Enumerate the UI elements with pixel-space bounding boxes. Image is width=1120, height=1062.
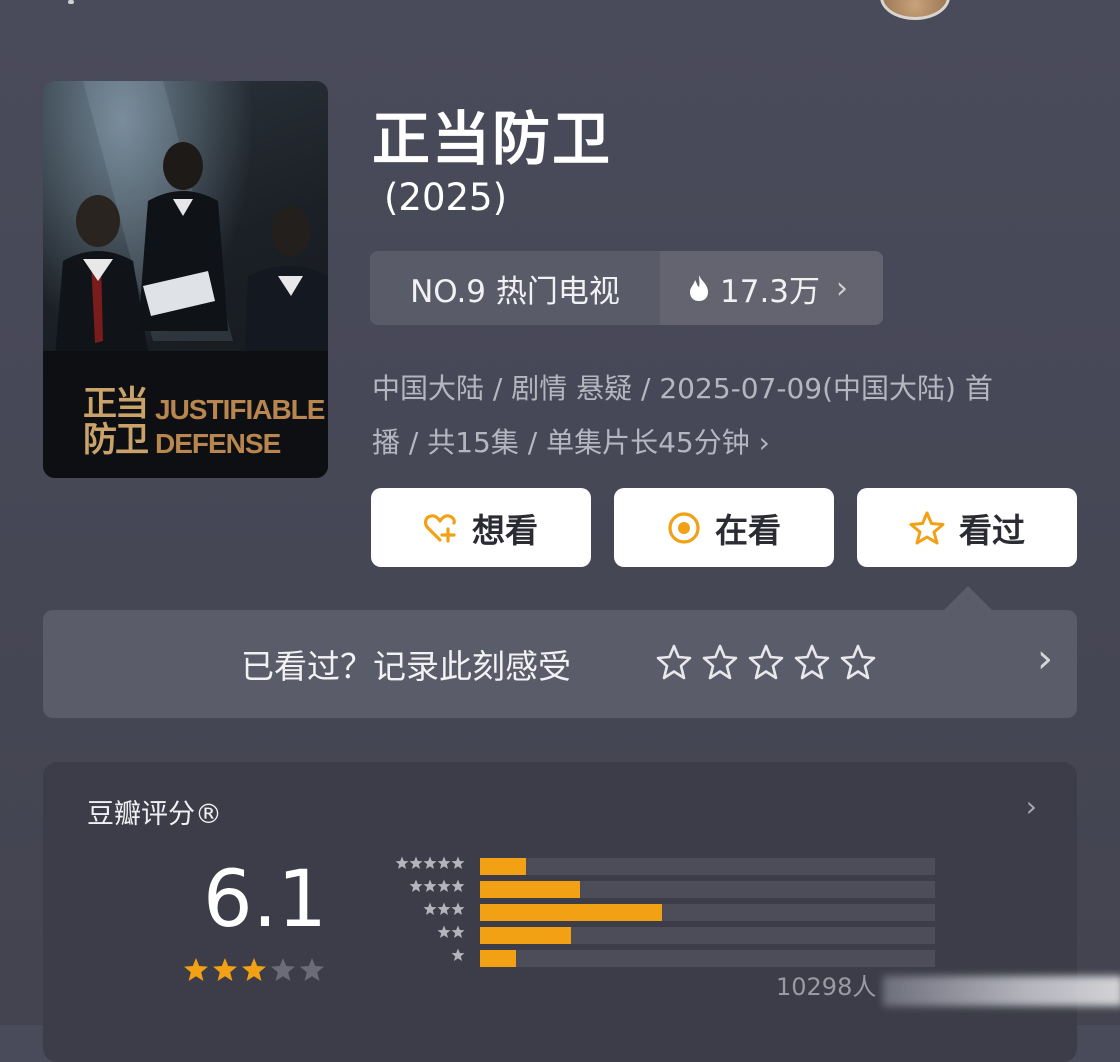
star-filled-icon: [213, 958, 237, 981]
page-title: 正当防卫: [372, 105, 613, 173]
flame-icon: [690, 275, 708, 301]
star-small-icon: [423, 856, 437, 869]
heat-value: 17.3万: [720, 273, 821, 310]
want-to-watch-label: 想看: [472, 510, 538, 550]
target-icon: [668, 511, 700, 544]
poster-title-chinese: 正当 防卫: [83, 384, 149, 460]
release-year: (2025): [384, 176, 508, 219]
star-filled-icon: [242, 958, 266, 981]
watched-button[interactable]: 看过: [857, 488, 1077, 567]
watching-button[interactable]: 在看: [614, 488, 834, 567]
distribution-row-3-star: [365, 901, 940, 924]
star-filled-icon: [184, 958, 208, 981]
star-small-icon: [395, 856, 409, 869]
rating-distribution: [365, 855, 940, 970]
distribution-track: [480, 904, 935, 921]
star-small-icon: [451, 856, 465, 869]
ranking-badge[interactable]: NO.9 热门电视 17.3万 ›: [370, 251, 883, 325]
popover-pointer: [942, 586, 994, 612]
star-outline-icon[interactable]: [839, 644, 877, 680]
star-small-icon: [409, 856, 423, 869]
star-small-icon: [437, 856, 451, 869]
distribution-stars: [409, 879, 465, 893]
distribution-track: [480, 881, 935, 898]
star-small-icon: [423, 902, 437, 915]
star-small-icon: [437, 925, 451, 938]
star-outline-icon[interactable]: [747, 644, 785, 680]
star-small-icon: [409, 879, 423, 892]
user-avatar[interactable]: [880, 0, 950, 20]
rating-stars: [183, 957, 325, 982]
distribution-track: [480, 950, 935, 967]
star-outline-icon: [909, 511, 945, 544]
rating-label: 豆瓣评分®: [87, 799, 222, 830]
chevron-right-icon: ›: [758, 426, 770, 459]
distribution-stars: [395, 856, 465, 870]
distribution-row-2-star: [365, 924, 940, 947]
distribution-stars: [437, 925, 465, 939]
heart-plus-icon: [424, 513, 456, 543]
heat-count[interactable]: 17.3万 ›: [660, 251, 883, 325]
poster-image[interactable]: 正当 防卫 JUSTIFIABLE DEFENSE: [43, 81, 328, 478]
status-indicator: [68, 0, 74, 4]
chevron-right-icon[interactable]: ›: [1026, 790, 1037, 823]
distribution-bar-5-star: [480, 858, 526, 875]
star-small-icon: [451, 879, 465, 892]
show-info-line-2: 播 / 共15集 / 单集片长45分钟 ›: [372, 416, 1072, 470]
distribution-bar-4-star: [480, 881, 581, 898]
rating-score: 6.1: [203, 855, 328, 945]
watched-label: 看过: [959, 510, 1025, 550]
star-small-icon: [423, 879, 437, 892]
want-to-watch-button[interactable]: 想看: [371, 488, 591, 567]
chevron-right-icon[interactable]: ›: [1037, 636, 1053, 682]
chevron-right-icon: ›: [836, 270, 849, 306]
distribution-bar-2-star: [480, 927, 571, 944]
star-small-icon: [451, 925, 465, 938]
obscured-text: [883, 976, 1120, 1006]
star-empty-icon: [271, 958, 295, 981]
show-info-line-2-text: 播 / 共15集 / 单集片长45分钟: [372, 426, 750, 459]
distribution-bar-1-star: [480, 950, 517, 967]
show-info[interactable]: 中国大陆 / 剧情 悬疑 / 2025-07-09(中国大陆) 首 播 / 共1…: [372, 362, 1072, 470]
distribution-bar-3-star: [480, 904, 662, 921]
distribution-track: [480, 927, 935, 944]
distribution-row-5-star: [365, 855, 940, 878]
star-small-icon: [451, 902, 465, 915]
status-bar: [0, 0, 1120, 20]
star-outline-icon[interactable]: [701, 644, 739, 680]
distribution-row-4-star: [365, 878, 940, 901]
distribution-track: [480, 858, 935, 875]
rate-prompt-text: 已看过？记录此刻感受: [241, 647, 571, 686]
star-empty-icon: [300, 958, 324, 981]
rank-label: NO.9 热门电视: [410, 273, 620, 310]
show-info-line-1: 中国大陆 / 剧情 悬疑 / 2025-07-09(中国大陆) 首: [372, 372, 993, 405]
star-outline-icon[interactable]: [655, 644, 693, 680]
star-small-icon: [437, 902, 451, 915]
rate-stars[interactable]: [655, 644, 877, 680]
star-small-icon: [451, 948, 465, 961]
star-small-icon: [437, 879, 451, 892]
rate-prompt-row[interactable]: 已看过？记录此刻感受 ›: [43, 610, 1077, 718]
poster-title-english: JUSTIFIABLE DEFENSE: [155, 394, 325, 459]
voter-count[interactable]: 10298人: [776, 967, 876, 1002]
watching-label: 在看: [715, 510, 781, 550]
distribution-stars: [423, 902, 465, 916]
distribution-stars: [451, 948, 465, 962]
rating-card[interactable]: 豆瓣评分® › 6.1 10298人: [43, 762, 1120, 1062]
star-outline-icon[interactable]: [793, 644, 831, 680]
